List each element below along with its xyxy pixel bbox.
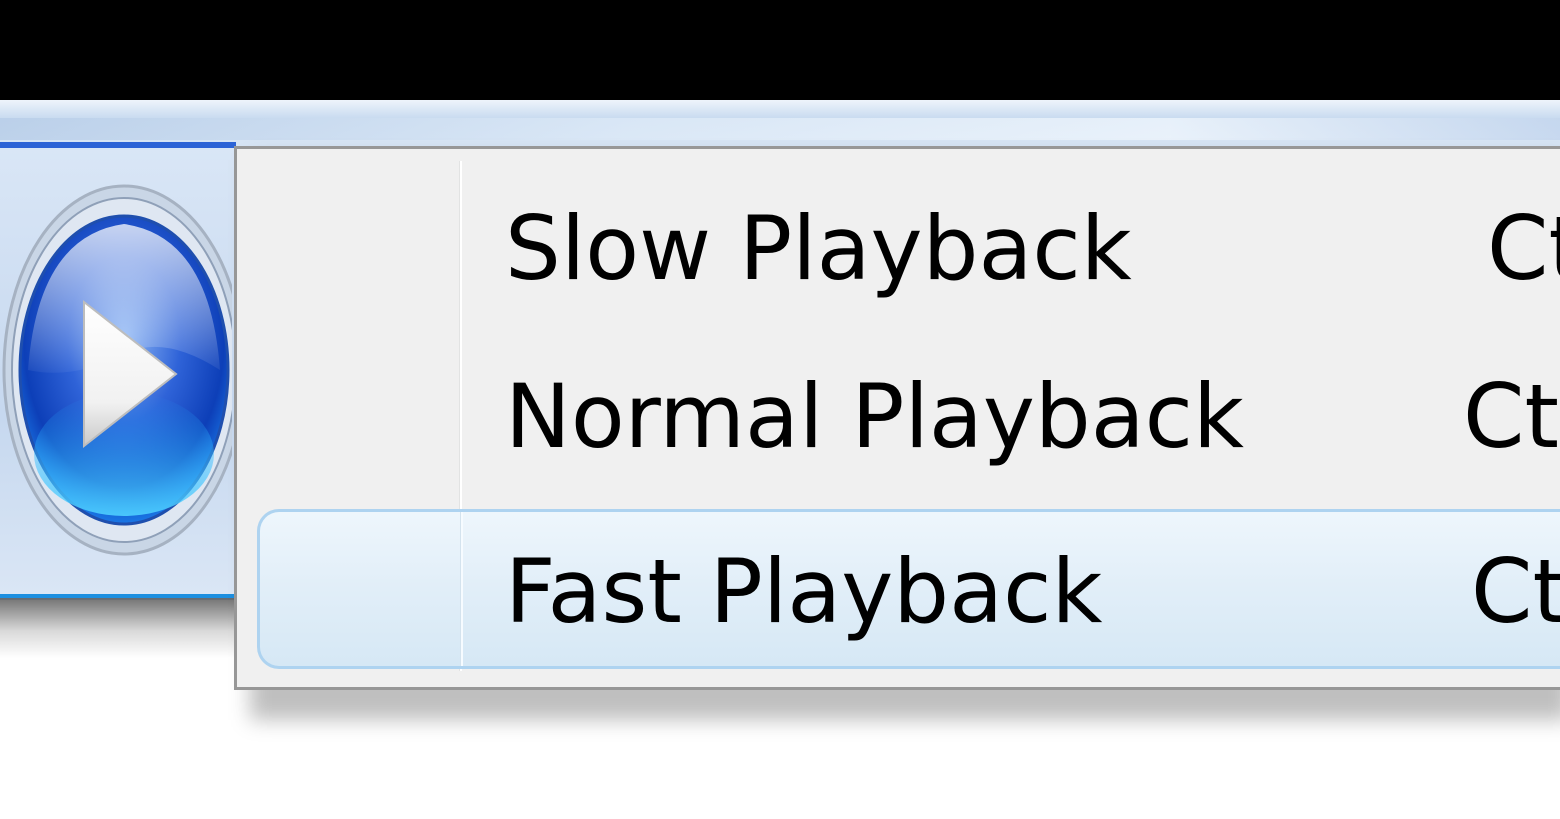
- menu-item-label: Normal Playback: [505, 365, 1245, 468]
- menu-item-shortcut: Ct: [1471, 540, 1560, 643]
- black-bar: [0, 0, 1560, 102]
- menu-item-shortcut: Ct: [1463, 365, 1559, 468]
- play-icon: [2, 184, 232, 556]
- menu-item-label: Slow Playback: [505, 197, 1132, 300]
- taskbar-sheen: [0, 118, 1560, 140]
- menu-item-shortcut: Ct: [1487, 197, 1560, 300]
- menu-item-fast-playback[interactable]: Fast Playback Ct: [257, 509, 1560, 669]
- menu-item-normal-playback[interactable]: Normal Playback Ct: [257, 337, 1560, 497]
- playback-speed-menu: Slow Playback Ct Normal Playback Ct Fast…: [234, 146, 1560, 690]
- menu-item-slow-playback[interactable]: Slow Playback Ct: [257, 169, 1560, 329]
- menu-item-label: Fast Playback: [505, 540, 1103, 643]
- play-taskbar-button[interactable]: [0, 142, 236, 598]
- screen: Slow Playback Ct Normal Playback Ct Fast…: [0, 0, 1560, 819]
- menu-item-gutter-separator: [460, 512, 463, 666]
